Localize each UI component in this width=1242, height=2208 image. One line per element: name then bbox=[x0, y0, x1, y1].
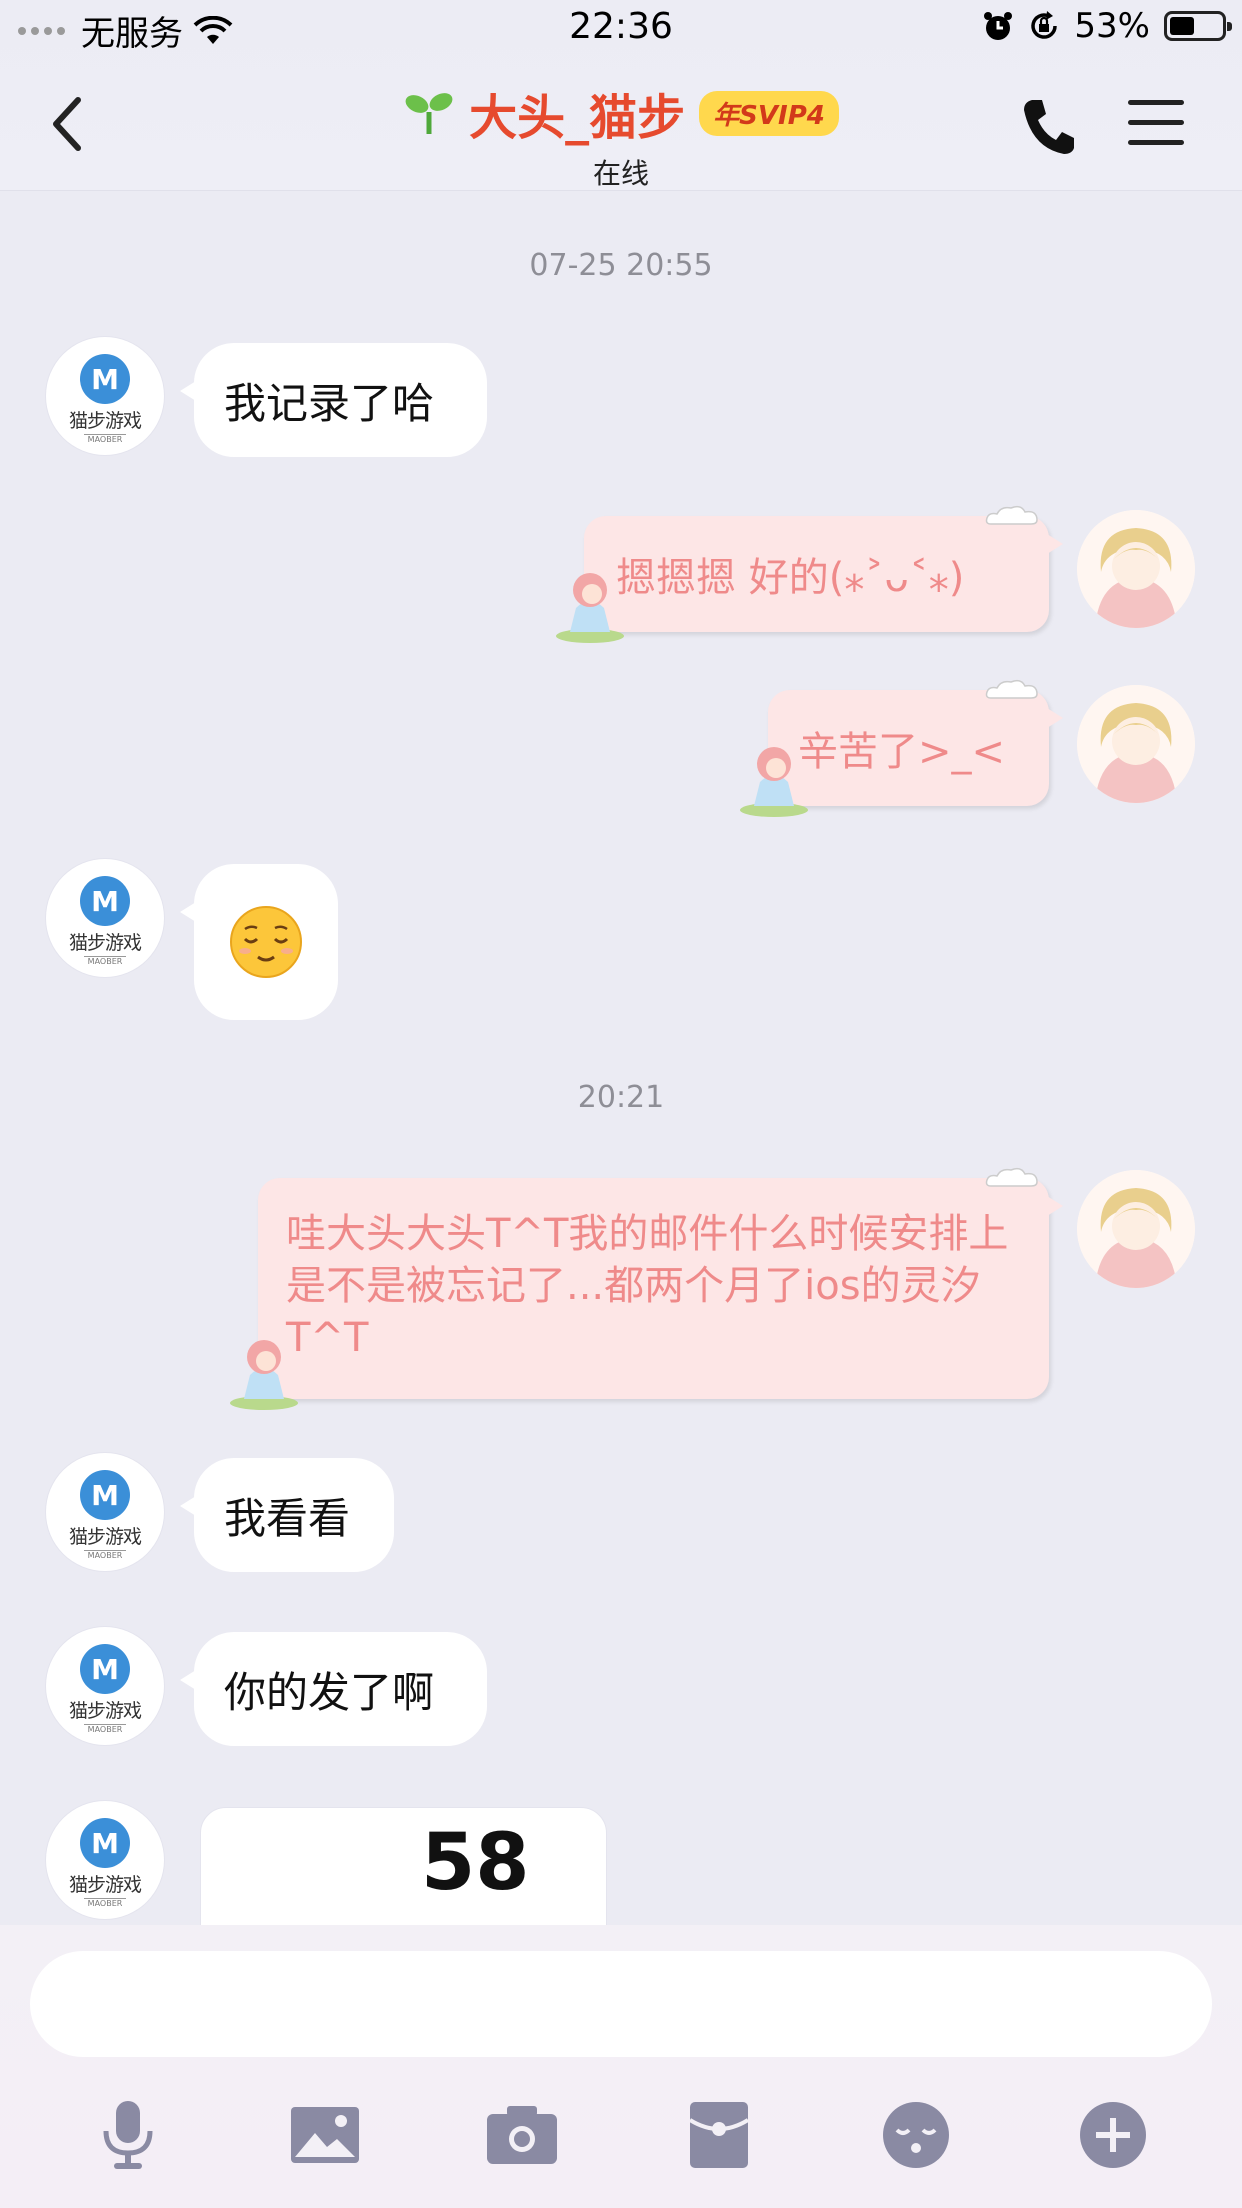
brand-logo-icon: M bbox=[80, 354, 130, 404]
battery-icon bbox=[1164, 11, 1232, 41]
message-bubble[interactable]: 😌 bbox=[180, 864, 338, 1020]
image-icon bbox=[291, 2107, 359, 2163]
image-button[interactable] bbox=[285, 2095, 365, 2175]
camera-icon bbox=[487, 2106, 557, 2164]
timestamp: 20:21 bbox=[577, 1080, 665, 1115]
chat-header: 大头_猫步 年SVIP4 在线 bbox=[0, 58, 1242, 190]
my-avatar[interactable] bbox=[1077, 510, 1195, 628]
message-input[interactable] bbox=[30, 1951, 1212, 2057]
message-text: 我记录了哈 bbox=[224, 378, 435, 428]
message-text: 哇大头大头T^T我的邮件什么时候安排上 是不是被忘记了...都两个月了ios的灵… bbox=[286, 1211, 1009, 1361]
avatar[interactable]: M 猫步游戏 MAOBER bbox=[46, 337, 164, 455]
emoji-button[interactable] bbox=[876, 2095, 956, 2175]
message-bubble[interactable]: 你的发了啊 bbox=[180, 1632, 487, 1746]
message-bubble[interactable]: 哇大头大头T^T我的邮件什么时候安排上 是不是被忘记了...都两个月了ios的灵… bbox=[230, 1167, 1063, 1410]
online-status: 在线 bbox=[592, 157, 649, 190]
cloud-icon bbox=[985, 1167, 1038, 1187]
relieved-face-emoji bbox=[230, 906, 302, 978]
more-button[interactable] bbox=[1073, 2095, 1153, 2175]
microphone-icon bbox=[103, 2101, 153, 2169]
image-message[interactable]: 58 bbox=[200, 1807, 607, 1925]
my-avatar[interactable] bbox=[1077, 685, 1195, 803]
contact-name[interactable]: 大头_猫步 bbox=[469, 78, 685, 148]
message-text: 摁摁摁 好的(⁎˃ᴗ˂⁎) bbox=[616, 555, 965, 601]
cloud-icon bbox=[985, 679, 1038, 699]
brand-logo-icon: M bbox=[80, 876, 130, 926]
menu-button[interactable] bbox=[1128, 100, 1184, 160]
camera-button[interactable] bbox=[482, 2095, 562, 2175]
message-text: 你的发了啊 bbox=[224, 1667, 435, 1717]
plus-icon bbox=[1080, 2102, 1146, 2168]
bubble-sticker-icon bbox=[740, 747, 808, 817]
input-bar bbox=[0, 1925, 1242, 2208]
svip-badge: 年SVIP4 bbox=[699, 90, 839, 136]
my-avatar[interactable] bbox=[1077, 1170, 1195, 1288]
message-text: 辛苦了>_< bbox=[798, 729, 1006, 775]
orientation-lock-icon bbox=[1031, 11, 1058, 39]
brand-logo-icon: M bbox=[80, 1470, 130, 1520]
message-text: 我看看 bbox=[224, 1493, 351, 1543]
image-text: 58 bbox=[421, 1818, 530, 1908]
avatar[interactable]: M 猫步游戏 MAOBER bbox=[46, 1453, 164, 1571]
bubble-sticker-icon bbox=[556, 573, 624, 643]
sprout-icon bbox=[405, 93, 453, 134]
avatar[interactable]: M 猫步游戏 MAOBER bbox=[46, 1627, 164, 1745]
avatar[interactable]: M 猫步游戏 MAOBER bbox=[46, 859, 164, 977]
timestamp: 07-25 20:55 bbox=[529, 248, 713, 283]
cloud-icon bbox=[985, 505, 1038, 525]
emoji-icon bbox=[883, 2102, 949, 2168]
bubble-sticker-icon bbox=[230, 1340, 298, 1410]
red-envelope-button[interactable] bbox=[679, 2095, 759, 2175]
brand-logo-icon: M bbox=[80, 1644, 130, 1694]
message-bubble[interactable]: 我看看 bbox=[180, 1458, 394, 1572]
microphone-button[interactable] bbox=[88, 2095, 168, 2175]
battery-percent: 53% bbox=[1074, 6, 1150, 46]
message-list[interactable]: 07-25 20:55 M 猫步游戏 MAOBER 我记录了哈 摁摁摁 好的(⁎… bbox=[0, 190, 1242, 1925]
red-envelope-icon bbox=[690, 2102, 748, 2168]
brand-logo-icon: M bbox=[80, 1818, 130, 1868]
status-bar: 无服务 22:36 53% bbox=[0, 0, 1242, 58]
message-bubble[interactable]: 我记录了哈 bbox=[180, 343, 487, 457]
top-bar: 无服务 22:36 53% 大头_猫步 年SVIP4 在线 bbox=[0, 0, 1242, 191]
message-bubble[interactable]: 辛苦了>_< bbox=[740, 679, 1063, 817]
phone-call-button[interactable] bbox=[1020, 96, 1076, 156]
message-bubble[interactable]: 摁摁摁 好的(⁎˃ᴗ˂⁎) bbox=[556, 505, 1063, 643]
avatar[interactable]: M 猫步游戏 MAOBER bbox=[46, 1801, 164, 1919]
alarm-icon bbox=[984, 12, 1013, 40]
